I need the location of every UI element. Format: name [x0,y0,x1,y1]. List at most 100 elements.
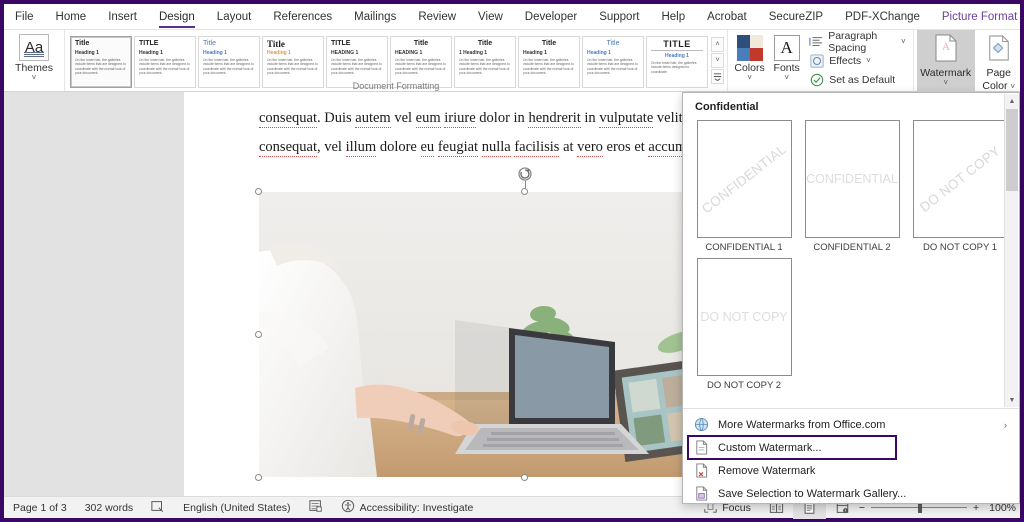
tab-design[interactable]: Design [148,5,206,29]
paragraph-spacing-label: Paragraph Spacing [828,29,878,54]
scrollbar-up-icon[interactable]: ▲ [1005,94,1019,108]
style-body: On the Insert tab, the galleries include… [139,58,190,76]
watermark-item-confidential-2[interactable]: CONFIDENTIAL CONFIDENTIAL 2 [798,120,906,253]
style-body: On the Insert tab, the galleries include… [203,58,254,76]
style-heading: Heading 1 [267,50,291,56]
watermark-item-do-not-copy-2[interactable]: DO NOT COPY DO NOT COPY 2 [690,258,798,391]
style-title: Title [477,40,493,47]
chevron-down-icon[interactable]: ˅ [866,56,871,65]
style-heading: HEADING 1 [331,50,359,56]
accessibility-icon [341,499,355,516]
watermark-caption: DO NOT COPY 2 [706,380,782,391]
menu-item-remove-watermark[interactable]: Remove Watermark [683,459,1019,482]
resize-handle-middle-left[interactable] [255,330,262,338]
watermark-preview-text: DO NOT COPY [916,143,1004,215]
word-count[interactable]: 302 words [76,497,142,519]
style-body: On the Insert tab, the galleries include… [267,58,318,76]
menu-item-label: Custom Watermark... [718,441,822,454]
set-as-default-button[interactable]: Set as Default [809,71,905,88]
tab-securezip[interactable]: SecureZIP [758,5,834,29]
resize-handle-top-center[interactable] [521,188,528,195]
chevron-down-icon[interactable]: ˅ [32,74,37,82]
watermark-item-do-not-copy-1[interactable]: DO NOT COPY DO NOT COPY 1 [906,120,1014,253]
style-title: Title [75,40,90,47]
effects-button[interactable]: Effects ˅ [809,52,905,69]
ribbon: Aa Themes ˅ Title Heading 1 On the Inser… [4,30,1020,92]
gallery-scroll-up-icon[interactable]: ˄ [711,37,724,52]
ribbon-group-page-background: A Watermark ˅ Page Color ˅ Page [912,30,1024,92]
resize-handle-bottom-left[interactable] [255,474,262,481]
remove-watermark-icon [693,463,709,479]
page-color-icon [987,34,1011,67]
style-title: Title [606,40,620,47]
tab-acrobat[interactable]: Acrobat [696,5,758,29]
tab-help[interactable]: Help [650,5,696,29]
watermark-button[interactable]: A Watermark ˅ [916,30,975,91]
page-color-label-top: Page [986,67,1011,79]
watermark-caption: CONFIDENTIAL 2 [813,242,891,253]
tab-references[interactable]: References [262,5,343,29]
style-divider [651,50,703,51]
zoom-track[interactable] [871,502,967,513]
language-indicator[interactable]: English (United States) [174,497,299,519]
watermark-caption: CONFIDENTIAL 1 [705,242,783,253]
style-body: On the Insert tab, the galleries include… [459,58,510,76]
tab-review[interactable]: Review [407,5,467,29]
chevron-down-icon[interactable]: ˅ [943,79,948,87]
theme-small-commands: Paragraph Spacing ˅ Effects ˅ Set as Def… [805,30,909,91]
watermark-gallery-scroll-area: Confidential CONFIDENTIAL CONFIDENTIAL 1… [683,93,1019,408]
tab-layout[interactable]: Layout [206,5,263,29]
tab-picture-format[interactable]: Picture Format [931,5,1024,29]
save-watermark-icon [693,486,709,502]
tab-home[interactable]: Home [45,5,98,29]
menu-item-custom-watermark[interactable]: Custom Watermark... [683,435,1019,460]
resize-handle-bottom-center[interactable] [521,474,528,481]
watermark-thumbnail: CONFIDENTIAL [804,120,900,238]
chevron-right-icon[interactable]: › [1004,420,1007,430]
menu-item-more-watermarks[interactable]: More Watermarks from Office.com › [683,413,1019,436]
chevron-down-icon[interactable]: ˅ [784,74,789,82]
tab-insert[interactable]: Insert [97,5,148,29]
style-heading: Heading 1 [587,50,611,56]
accessibility-button[interactable]: Accessibility: Investigate [332,497,483,519]
colors-button[interactable]: Colors ˅ [731,30,768,91]
style-title: Title [541,40,557,47]
style-body: On the Insert tab, the galleries include… [331,58,382,76]
rotate-handle[interactable] [517,166,533,182]
tab-support[interactable]: Support [588,5,650,29]
page-color-button[interactable]: Page Color ˅ [975,30,1023,92]
watermark-gallery-scrollbar[interactable]: ▲ ▼ [1004,94,1019,407]
style-title: TITLE [331,40,351,47]
tab-view[interactable]: View [467,5,514,29]
chevron-down-icon[interactable]: ˅ [747,74,752,82]
fonts-button[interactable]: A Fonts ˅ [768,30,805,91]
set-default-icon [809,72,824,87]
scrollbar-thumb[interactable] [1006,109,1018,191]
tab-pdf-xchange[interactable]: PDF-XChange [834,5,931,29]
style-heading: Heading 1 [523,50,547,56]
style-body: On the Insert tab, the galleries include… [651,61,697,74]
set-as-default-label: Set as Default [829,73,896,86]
page-indicator[interactable]: Page 1 of 3 [4,497,76,519]
themes-button[interactable]: Aa Themes ˅ [7,30,61,91]
proofing-status-button[interactable] [142,497,174,519]
menu-item-save-selection-to-gallery[interactable]: Save Selection to Watermark Gallery... [683,482,1019,505]
proofing-icon [151,499,165,516]
chevron-down-icon[interactable]: ˅ [1010,82,1015,91]
gallery-scroll-down-icon[interactable]: ˅ [711,53,724,68]
style-title: Title [413,40,429,47]
menu-item-label: Remove Watermark [718,464,816,477]
tab-developer[interactable]: Developer [514,5,588,29]
tab-mailings[interactable]: Mailings [343,5,407,29]
paragraph-spacing-button[interactable]: Paragraph Spacing ˅ [809,30,906,54]
scrollbar-down-icon[interactable]: ▼ [1005,393,1019,407]
watermark-thumbnail: CONFIDENTIAL [696,120,792,238]
ribbon-group-themes: Aa Themes ˅ [4,30,64,91]
style-title: TITLE [139,40,159,47]
chevron-down-icon[interactable]: ˅ [901,37,906,46]
resize-handle-top-left[interactable] [255,188,262,195]
tab-file[interactable]: File [4,5,45,29]
track-changes-button[interactable] [300,497,332,519]
style-heading: HEADING 1 [395,50,423,56]
watermark-item-confidential-1[interactable]: CONFIDENTIAL CONFIDENTIAL 1 [690,120,798,253]
